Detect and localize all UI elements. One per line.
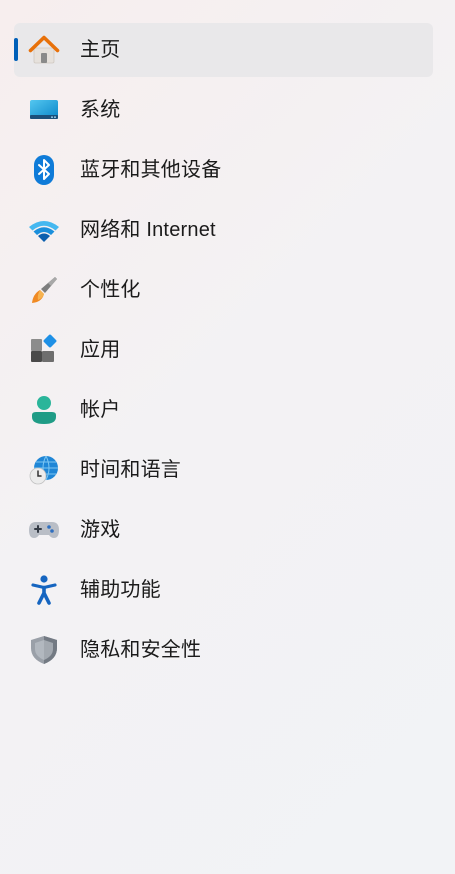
nav-item-gaming[interactable]: 游戏 [14, 503, 433, 557]
selection-indicator [14, 38, 18, 61]
account-icon [28, 394, 60, 426]
globe-clock-icon [28, 454, 60, 486]
bluetooth-icon [28, 154, 60, 186]
nav-item-system[interactable]: 系统 [14, 83, 433, 137]
nav-item-apps[interactable]: 应用 [14, 323, 433, 377]
gamepad-icon [28, 514, 60, 546]
nav-item-label: 游戏 [80, 519, 121, 541]
nav-item-label: 时间和语言 [80, 459, 181, 481]
nav-item-label: 辅助功能 [80, 579, 161, 601]
nav-item-label: 隐私和安全性 [80, 639, 202, 661]
home-icon [28, 34, 60, 66]
accessibility-icon [28, 574, 60, 606]
nav-item-label: 应用 [80, 339, 121, 361]
nav-item-label: 蓝牙和其他设备 [80, 159, 222, 181]
nav-item-privacy-security[interactable]: 隐私和安全性 [14, 623, 433, 677]
apps-icon [28, 334, 60, 366]
nav-item-label: 主页 [80, 39, 121, 61]
nav-item-label: 帐户 [80, 399, 121, 421]
nav-item-bluetooth-devices[interactable]: 蓝牙和其他设备 [14, 143, 433, 197]
nav-item-network[interactable]: 网络和 Internet [14, 203, 433, 257]
nav-item-personalization[interactable]: 个性化 [14, 263, 433, 317]
nav-item-accessibility[interactable]: 辅助功能 [14, 563, 433, 617]
shield-icon [28, 634, 60, 666]
nav-item-time-language[interactable]: 时间和语言 [14, 443, 433, 497]
nav-item-label: 系统 [80, 99, 121, 121]
paintbrush-icon [28, 274, 60, 306]
nav-item-home[interactable]: 主页 [14, 23, 433, 77]
settings-navigation: 主页 系统 蓝牙和其他设备 网络和 Internet 个性化 应用 帐户 时间和… [14, 23, 433, 683]
nav-item-accounts[interactable]: 帐户 [14, 383, 433, 437]
monitor-icon [28, 94, 60, 126]
nav-item-label: 个性化 [80, 279, 141, 301]
nav-item-label: 网络和 Internet [80, 219, 216, 241]
wifi-icon [28, 214, 60, 246]
